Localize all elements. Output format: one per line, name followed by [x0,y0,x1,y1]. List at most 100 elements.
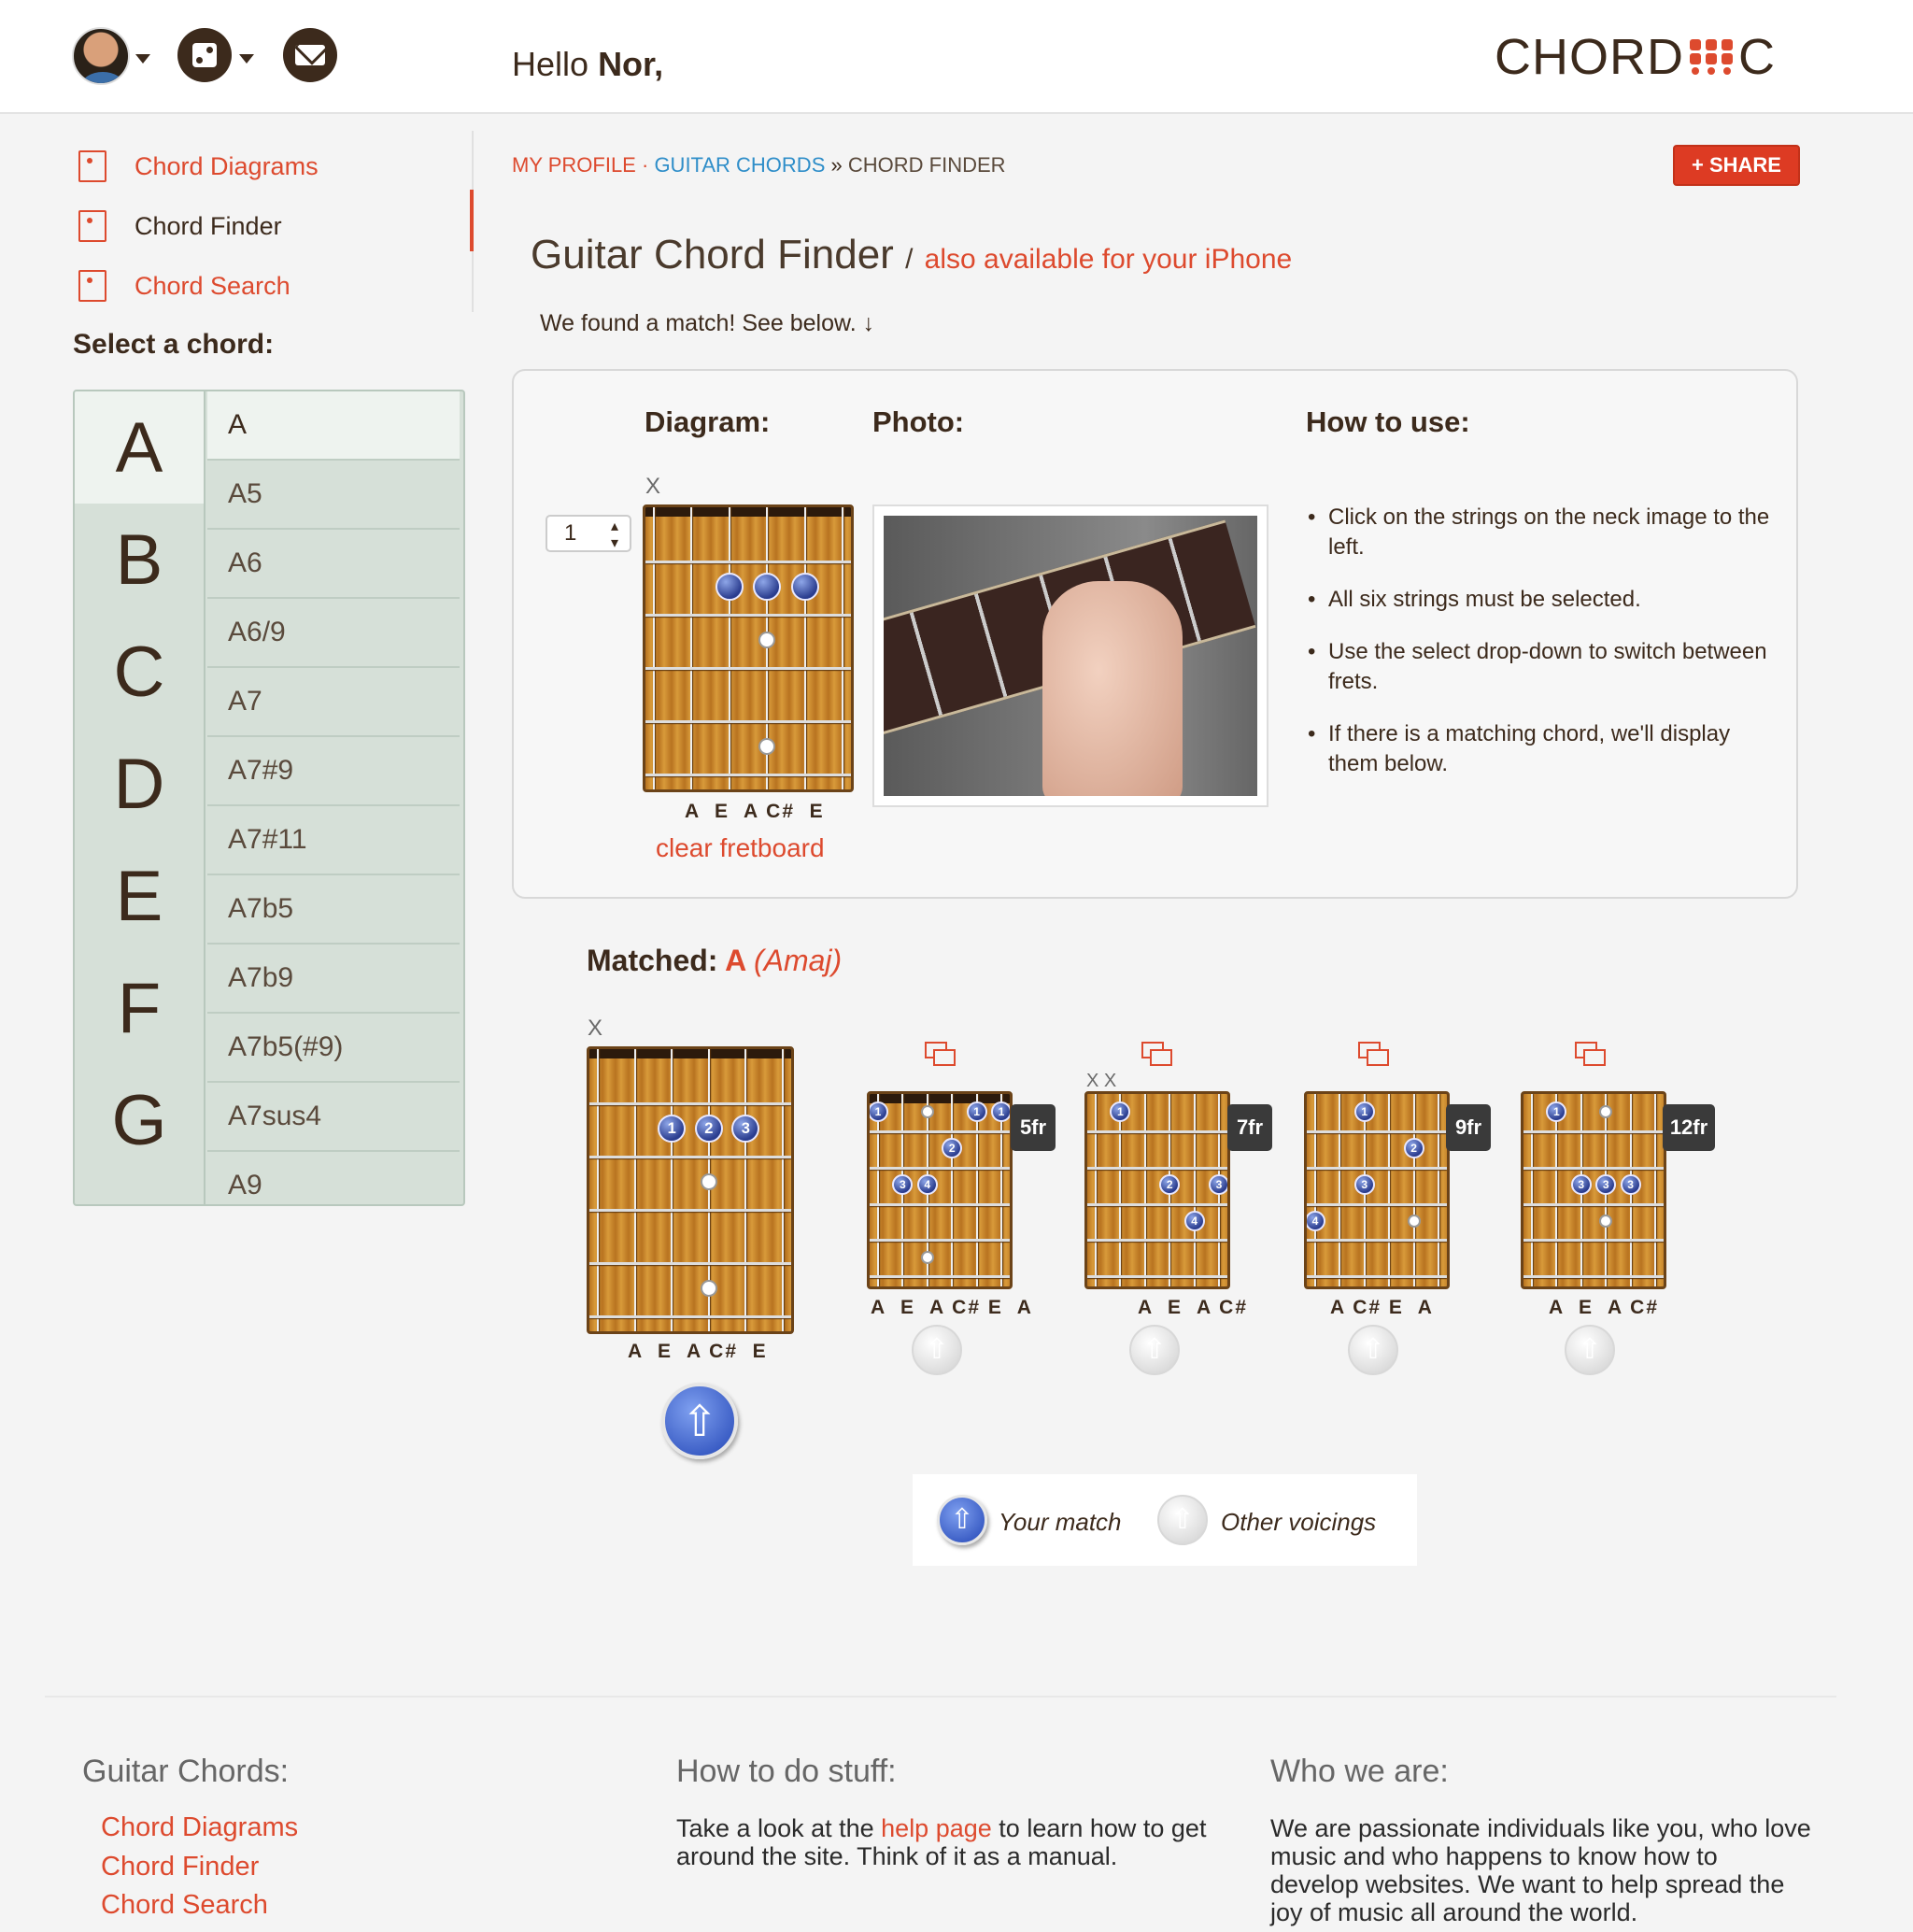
finger-dot: 4 [1183,1211,1205,1232]
letter-f[interactable]: F [75,952,204,1064]
finger-dot: 2 [694,1115,723,1144]
letter-b[interactable]: B [75,504,204,616]
fret-wire [1087,1129,1227,1133]
sidebar-item-chord-diagrams[interactable]: Chord Diagrams [78,136,475,196]
legend-your-match: Your match [999,1508,1122,1536]
input-fretboard[interactable] [643,504,854,792]
match-voicing-diagram[interactable]: 123 [587,1046,794,1334]
muted-string-marker[interactable]: X [645,474,660,500]
string [633,1049,636,1331]
chord-item[interactable]: A6 [207,530,460,599]
finger-dot: 1 [658,1115,687,1144]
fret-wire [1307,1239,1447,1243]
fret-wire [589,1155,791,1158]
clear-fretboard-link[interactable]: clear fretboard [656,833,825,863]
vote-icon[interactable]: ⇧ [1565,1325,1615,1375]
letter-a[interactable]: A [75,391,204,504]
top-bar: Hello Nor, CHORD C [0,0,1913,114]
nav-active-indicator [470,190,474,251]
letter-e[interactable]: E [75,840,204,952]
chord-item[interactable]: A5 [207,461,460,530]
fret-wire [1087,1239,1227,1243]
sidebar-item-chord-finder[interactable]: Chord Finder [78,196,475,256]
letter-g[interactable]: G [75,1064,204,1176]
fret-wire [1523,1202,1664,1206]
user-avatar[interactable] [72,27,130,85]
chord-item[interactable]: A7 [207,668,460,737]
voicing-diagram[interactable]: 1333 [1521,1091,1666,1289]
finger-dot: 4 [916,1174,938,1196]
share-button[interactable]: + SHARE [1673,145,1800,186]
your-match-legend-icon: ⇧ [937,1495,987,1545]
voicing-diagram[interactable]: 1234 [1304,1091,1450,1289]
chord-search-icon [78,270,106,302]
string [653,507,655,789]
chevron-down-icon[interactable] [135,54,150,64]
chord-item[interactable]: A7#11 [207,806,460,875]
chordoc-logo[interactable]: CHORD C [1495,28,1789,86]
chord-item[interactable]: A9 [207,1152,460,1204]
string [1654,1094,1656,1286]
footer-howto-text: Take a look at the help page to learn ho… [676,1814,1207,1870]
your-match-icon[interactable]: ⇧ [661,1383,738,1459]
fret-wire [1087,1166,1227,1170]
chord-item[interactable]: A7sus4 [207,1083,460,1152]
copy-icon[interactable] [925,1042,956,1066]
sidebar-item-chord-search[interactable]: Chord Search [78,256,475,316]
fret-wire [1087,1275,1227,1279]
fret-wire [1307,1129,1447,1133]
select-chord-label: Select a chord: [73,329,275,360]
fret-wire [1087,1202,1227,1206]
finger-dot: 2 [942,1138,963,1159]
string [671,1049,673,1331]
voicing-diagram[interactable]: 1234 [1084,1091,1230,1289]
chord-item[interactable]: A7b5(#9) [207,1014,460,1083]
chord-item[interactable]: A7b9 [207,945,460,1014]
copy-icon[interactable] [1141,1042,1172,1066]
fret-wire [1307,1202,1447,1206]
mail-icon[interactable] [283,28,337,82]
finger-dot: 3 [1353,1174,1375,1196]
dice-icon[interactable] [177,28,232,82]
chevron-down-icon[interactable] [239,54,254,64]
chord-column: A A5 A6 A6/9 A7 A7#9 A7#11 A7b5 A7b9 A7b5(#9) A7su… [207,391,460,1204]
fret-position-badge: 5fr [1011,1104,1056,1151]
fretboard-notes: A E A C# E [685,801,825,822]
footer-link-chord-diagrams[interactable]: Chord Diagrams [101,1812,298,1843]
finger-dot: 3 [731,1115,760,1144]
chord-item[interactable]: A7#9 [207,737,460,806]
chord-item[interactable]: A6/9 [207,599,460,668]
chord-photo [872,504,1268,807]
letter-c[interactable]: C [75,616,204,728]
letter-d[interactable]: D [75,728,204,840]
voicing-diagram[interactable]: 111234 [867,1091,1013,1289]
vote-icon[interactable]: ⇧ [912,1325,962,1375]
open-dot [758,738,776,756]
vote-icon[interactable]: ⇧ [1348,1325,1398,1375]
howto-item: Click on the strings on the neck image t… [1308,503,1775,562]
string [690,507,693,789]
iphone-link[interactable]: also available for your iPhone [925,244,1293,275]
fret-wire [870,1166,1010,1170]
chord-item[interactable]: A [207,391,460,461]
string [1095,1094,1097,1286]
footer-link-chord-search[interactable]: Chord Search [101,1890,268,1921]
fret-select[interactable]: 1 [546,515,631,552]
chord-item[interactable]: A7b5 [207,875,460,945]
breadcrumb-my-profile[interactable]: MY PROFILE [512,153,636,177]
page-title: Guitar Chord Finder / also available for… [531,232,1293,277]
letter-column: ABCDEFG [75,391,205,1204]
fret-wire [645,773,851,776]
chord-selector: ABCDEFG A A5 A6 A6/9 A7 A7#9 A7#11 A7b5 A7b9 A7b5… [73,390,465,1206]
help-page-link[interactable]: help page [881,1814,992,1842]
copy-icon[interactable] [1358,1042,1389,1066]
greeting: Hello Nor, [512,45,664,83]
copy-icon[interactable] [1575,1042,1606,1066]
fret-wire [1523,1166,1664,1170]
side-nav: Chord Diagrams Chord Finder Chord Search [78,136,475,316]
fret-wire [645,560,851,563]
breadcrumb-guitar-chords[interactable]: GUITAR CHORDS [654,153,825,177]
footer-link-chord-finder[interactable]: Chord Finder [101,1852,259,1882]
vote-icon[interactable]: ⇧ [1129,1325,1180,1375]
string [1339,1094,1341,1286]
